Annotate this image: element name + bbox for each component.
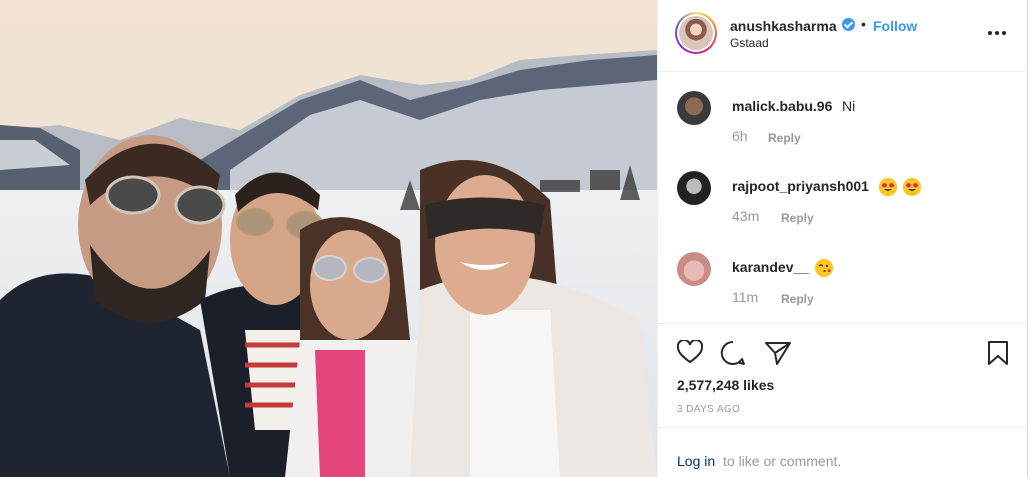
comment-item: karandev__ 11m Reply — [658, 252, 1028, 322]
comment-time[interactable]: 11m — [732, 289, 758, 305]
comment-icon[interactable] — [720, 340, 746, 371]
heart-eyes-emoji — [902, 178, 921, 196]
follow-button[interactable]: Follow — [873, 18, 917, 34]
avatar[interactable] — [675, 12, 717, 54]
post-details-panel: anushkasharma • Follow Gstaad malick.bab… — [657, 0, 1028, 477]
group-selfie-photo — [0, 0, 657, 477]
login-prompt: Log in to like or comment. — [658, 427, 1028, 477]
post-photo[interactable] — [0, 0, 657, 477]
comment-username[interactable]: malick.babu.96 — [732, 98, 832, 114]
comment-username[interactable]: rajpoot_priyansh001 — [732, 178, 869, 194]
comment-emojis — [813, 259, 833, 277]
post-timestamp[interactable]: 3 DAYS AGO — [677, 404, 740, 415]
verified-badge-icon — [842, 18, 855, 31]
login-link[interactable]: Log in — [677, 453, 715, 469]
comment-time[interactable]: 43m — [732, 208, 759, 224]
comment-username[interactable]: karandev__ — [732, 259, 809, 275]
login-prompt-text: to like or comment. — [723, 453, 842, 469]
heart-eyes-emoji — [879, 178, 897, 196]
reply-button[interactable]: Reply — [781, 211, 814, 225]
comment-item: rajpoot_priyansh001 43m Reply — [658, 171, 1028, 241]
bookmark-icon[interactable] — [987, 340, 1009, 371]
comment-item: malick.babu.96 Ni 6h Reply — [658, 91, 1028, 161]
comment-text: Ni — [842, 98, 856, 114]
kissing-wink-emoji — [815, 259, 833, 277]
reply-button[interactable]: Reply — [781, 292, 814, 306]
commenter-avatar[interactable] — [677, 252, 711, 286]
reply-button[interactable]: Reply — [768, 131, 801, 145]
heart-icon[interactable] — [676, 338, 704, 369]
post-actions: 2,577,248 likes 3 DAYS AGO — [658, 323, 1028, 427]
commenter-avatar[interactable] — [677, 91, 711, 125]
post-author-username[interactable]: anushkasharma — [730, 18, 837, 34]
comment-emojis — [877, 178, 921, 196]
post-location[interactable]: Gstaad — [730, 36, 769, 50]
separator-dot: • — [861, 16, 866, 32]
comment-time[interactable]: 6h — [732, 128, 748, 144]
likes-count[interactable]: 2,577,248 likes — [677, 377, 774, 393]
more-options-icon[interactable] — [988, 22, 1010, 42]
post-header: anushkasharma • Follow Gstaad — [658, 0, 1028, 72]
share-icon[interactable] — [764, 340, 792, 371]
commenter-avatar[interactable] — [677, 171, 711, 205]
